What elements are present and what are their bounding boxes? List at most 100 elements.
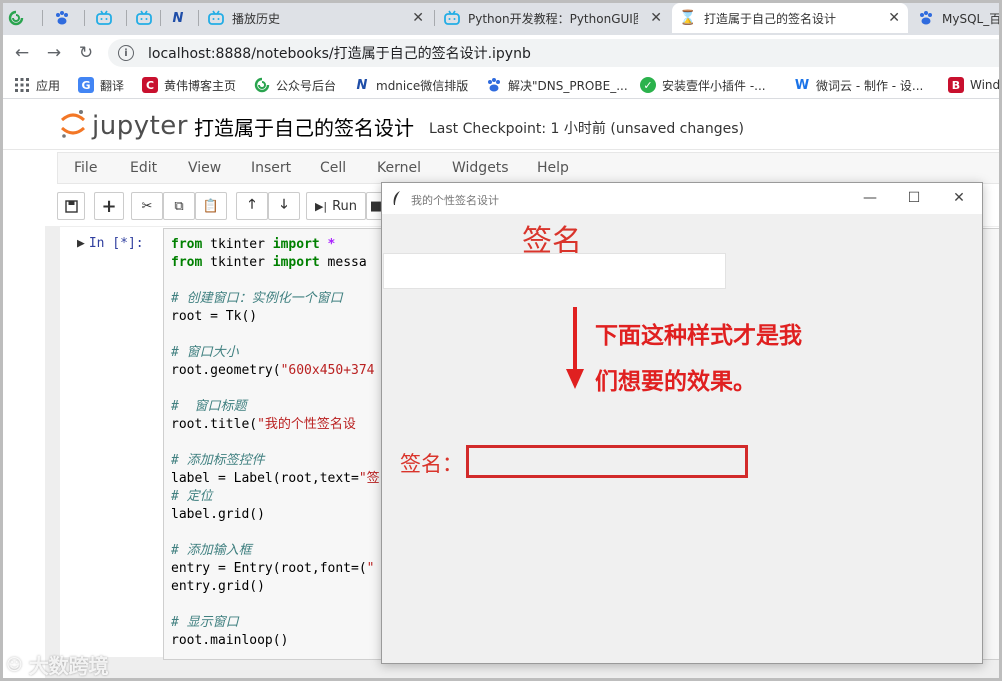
code-text: from tkinter import * from tkinter impor… [171, 237, 380, 648]
bookmark-label: 应用 [36, 78, 61, 93]
jupyter-logo-text: jupyter [92, 111, 188, 141]
menu-widgets[interactable]: Widgets [452, 160, 509, 176]
annotation-text: 下面这种样式才是我 们想要的效果。 [595, 323, 802, 395]
bookmark-yiban[interactable]: ✓ 安装壹伴小插件 -... [640, 76, 766, 94]
bookmark-blog[interactable]: C 黄伟博客主页 [142, 76, 236, 94]
menu-edit[interactable]: Edit [130, 160, 157, 176]
forward-arrow-icon[interactable]: → [42, 41, 66, 65]
save-button[interactable] [57, 192, 85, 220]
bookmark-label: Wind [970, 78, 1001, 92]
copy-button[interactable]: ⧉ [163, 192, 195, 220]
url-input[interactable]: i localhost:8888/notebooks/打造属于自己的签名设计.i… [108, 39, 1002, 67]
desired-signature-label: 签名： [400, 452, 463, 476]
browser-tab-strip: N 播放历史 ✕ Python开发教程：PythonGUI图 ✕ ⌛ 打造属于自… [0, 0, 1002, 35]
tab-play-history[interactable]: 播放历史 ✕ [200, 3, 432, 33]
bookmark-wechat-admin[interactable]: 公众号后台 [254, 76, 336, 94]
insert-cell-button[interactable]: + [94, 192, 124, 220]
tk-title-bar[interactable]: 我的个性签名设计 — ☐ ✕ [382, 183, 982, 214]
back-arrow-icon[interactable]: ← [10, 41, 34, 65]
bookmark-wind[interactable]: B Wind [948, 76, 1000, 94]
baidu-paw-icon [918, 10, 934, 26]
bookmark-label: 黄伟博客主页 [164, 78, 237, 93]
run-cell-icon[interactable]: ▶ [77, 236, 85, 251]
tab-signature-notebook[interactable]: ⌛ 打造属于自己的签名设计 ✕ [672, 3, 908, 33]
scissors-icon: ✂ [141, 198, 153, 214]
paste-icon: 📋 [202, 198, 220, 214]
jupyter-menubar: File Edit View Insert Cell Kernel Widget… [57, 152, 1002, 184]
jupyter-logo-icon [60, 108, 86, 144]
menu-cell[interactable]: Cell [320, 160, 346, 176]
tab-separator [126, 10, 127, 26]
cut-button[interactable]: ✂ [131, 192, 163, 220]
bookmark-translate[interactable]: G 翻译 [78, 76, 124, 94]
desired-signature-box [466, 445, 748, 478]
maximize-icon[interactable]: ☐ [900, 187, 928, 209]
feather-icon [392, 190, 402, 210]
bookmark-label: 公众号后台 [276, 78, 337, 93]
close-icon[interactable]: ✕ [888, 10, 900, 26]
move-up-button[interactable]: 🡑 [236, 192, 268, 220]
hourglass-icon: ⌛ [679, 10, 697, 26]
wind-icon: B [948, 77, 964, 93]
jupyter-logo[interactable]: jupyter [60, 108, 188, 144]
tab-python-gui[interactable]: Python开发教程：PythonGUI图 ✕ [436, 3, 670, 33]
minimize-icon[interactable]: — [856, 187, 884, 209]
mdnice-icon: N [172, 10, 184, 26]
bookmark-label: mdnice微信排版 [376, 78, 469, 93]
tab-pinned-5[interactable]: N [162, 3, 198, 33]
save-icon [64, 199, 78, 213]
tab-separator [198, 10, 199, 26]
menu-kernel[interactable]: Kernel [377, 160, 421, 176]
tab-title: Python开发教程：PythonGUI图 [468, 11, 638, 26]
refresh-green-icon [8, 10, 24, 26]
tab-mysql[interactable]: MySQL_百 [910, 3, 1002, 33]
tab-separator [84, 10, 85, 26]
csdn-icon: C [142, 77, 158, 93]
bookmark-label: 微词云 - 制作 - 设... [816, 78, 924, 93]
bookmark-label: 解决"DNS_PROBE_... [508, 78, 628, 93]
bilibili-icon [444, 10, 460, 26]
bookmarks-bar: 应用 G 翻译 C 黄伟博客主页 公众号后台 N mdnice微信排版 解决"D… [0, 71, 1002, 99]
paste-button[interactable]: 📋 [195, 192, 227, 220]
menu-view[interactable]: View [188, 160, 221, 176]
arrow-down-icon [566, 369, 584, 389]
bookmark-wordcloud[interactable]: W 微词云 - 制作 - 设... [794, 76, 924, 94]
menu-insert[interactable]: Insert [251, 160, 291, 176]
tab-pinned-2[interactable] [46, 3, 82, 33]
watermark-logo-icon: ☺ [6, 655, 23, 674]
run-label: Run [332, 198, 358, 214]
jupyter-header: jupyter 打造属于自己的签名设计 Last Checkpoint: 1 小… [0, 100, 1002, 150]
reload-icon[interactable]: ↻ [74, 41, 98, 65]
apps-grid-icon [14, 77, 30, 93]
signature-entry[interactable] [383, 253, 726, 289]
tab-title: 打造属于自己的签名设计 [704, 11, 837, 26]
baidu-paw-icon [54, 10, 70, 26]
close-icon[interactable]: ✕ [650, 10, 662, 26]
arrow-down-icon: 🡓 [280, 197, 288, 212]
tab-title: 播放历史 [232, 11, 281, 26]
menu-file[interactable]: File [74, 160, 97, 176]
run-button[interactable]: ▶| Run [306, 192, 366, 220]
move-down-button[interactable]: 🡓 [268, 192, 300, 220]
bookmark-mdnice[interactable]: N mdnice微信排版 [354, 76, 469, 94]
cell-prompt: ▶ In [*]: [77, 236, 144, 251]
bookmark-label: 翻译 [100, 78, 125, 93]
close-icon[interactable]: ✕ [945, 187, 973, 209]
menu-help[interactable]: Help [537, 160, 569, 176]
info-icon[interactable]: i [118, 45, 134, 61]
bookmark-apps[interactable]: 应用 [14, 76, 60, 94]
tab-separator [160, 10, 161, 26]
tab-pinned-3[interactable] [88, 3, 124, 33]
refresh-green-icon [254, 77, 270, 93]
arrow-up-icon: 🡑 [248, 197, 256, 212]
bilibili-icon [136, 10, 152, 26]
tab-pinned-4[interactable] [128, 3, 164, 33]
tab-pinned-1[interactable] [0, 3, 40, 33]
address-bar: ← → ↻ i localhost:8888/notebooks/打造属于自己的… [0, 35, 1002, 71]
close-icon[interactable]: ✕ [412, 10, 424, 26]
bookmark-dns[interactable]: 解决"DNS_PROBE_... [486, 76, 628, 94]
notebook-name[interactable]: 打造属于自己的签名设计 [194, 112, 414, 141]
arrow-down-shaft [573, 307, 577, 375]
copy-icon: ⧉ [174, 198, 184, 214]
translate-icon: G [78, 77, 94, 93]
